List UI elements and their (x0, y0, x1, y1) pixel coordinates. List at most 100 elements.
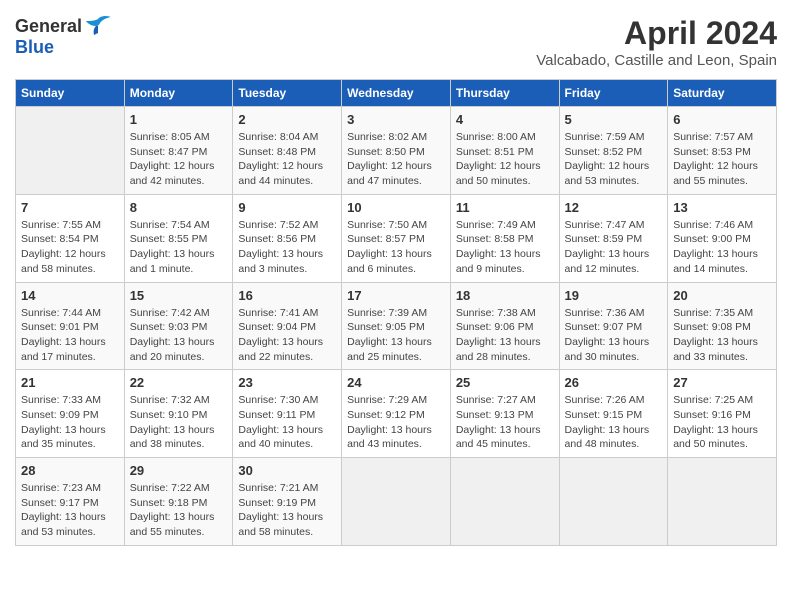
calendar-cell: 19Sunrise: 7:36 AMSunset: 9:07 PMDayligh… (559, 282, 668, 370)
calendar-cell: 7 Sunrise: 7:55 AMSunset: 8:54 PMDaylight… (16, 194, 125, 282)
day-number: 4 (456, 112, 554, 127)
calendar-cell: 23 Sunrise: 7:30 AMSunset: 9:11 PMDayligh… (233, 370, 342, 458)
calendar-cell (559, 458, 668, 546)
day-number: 11 (456, 200, 554, 215)
calendar-cell: 11 Sunrise: 7:49 AMSunset: 8:58 PMDayligh… (450, 194, 559, 282)
day-info: Sunrise: 7:38 AMSunset: 9:06 PMDaylight:… (456, 306, 554, 365)
calendar-week-row: 1 Sunrise: 8:05 AMSunset: 8:47 PMDaylight… (16, 107, 777, 195)
weekday-header-sunday: Sunday (16, 80, 125, 107)
calendar-cell: 9Sunrise: 7:52 AMSunset: 8:56 PMDaylight… (233, 194, 342, 282)
weekday-header-wednesday: Wednesday (342, 80, 451, 107)
page-title: April 2024 (536, 15, 777, 52)
day-number: 3 (347, 112, 445, 127)
calendar-cell: 5Sunrise: 7:59 AMSunset: 8:52 PMDaylight… (559, 107, 668, 195)
day-info: Sunrise: 7:35 AMSunset: 9:08 PMDaylight:… (673, 306, 771, 365)
day-info: Sunrise: 7:50 AMSunset: 8:57 PMDaylight:… (347, 218, 445, 277)
header: General Blue April 2024 Valcabado, Casti… (15, 15, 777, 69)
calendar-cell: 20 Sunrise: 7:35 AMSunset: 9:08 PMDayligh… (668, 282, 777, 370)
day-info: Sunrise: 7:41 AMSunset: 9:04 PMDaylight:… (238, 306, 336, 365)
day-number: 14 (21, 288, 119, 303)
day-number: 1 (130, 112, 228, 127)
day-number: 15 (130, 288, 228, 303)
logo-general-text: General (15, 16, 82, 37)
day-info: Sunrise: 8:02 AMSunset: 8:50 PMDaylight:… (347, 130, 445, 189)
day-info: Sunrise: 7:23 AMSunset: 9:17 PMDaylight:… (21, 481, 119, 540)
weekday-header-monday: Monday (124, 80, 233, 107)
day-number: 29 (130, 463, 228, 478)
day-number: 24 (347, 375, 445, 390)
day-info: Sunrise: 7:55 AMSunset: 8:54 PMDaylight:… (21, 218, 119, 277)
day-number: 30 (238, 463, 336, 478)
day-info: Sunrise: 7:36 AMSunset: 9:07 PMDaylight:… (565, 306, 663, 365)
calendar-cell: 27Sunrise: 7:25 AMSunset: 9:16 PMDayligh… (668, 370, 777, 458)
calendar-cell: 14 Sunrise: 7:44 AMSunset: 9:01 PMDayligh… (16, 282, 125, 370)
day-number: 18 (456, 288, 554, 303)
calendar-cell: 6Sunrise: 7:57 AMSunset: 8:53 PMDaylight… (668, 107, 777, 195)
day-info: Sunrise: 8:05 AMSunset: 8:47 PMDaylight:… (130, 130, 228, 189)
calendar-cell: 10 Sunrise: 7:50 AMSunset: 8:57 PMDayligh… (342, 194, 451, 282)
day-number: 21 (21, 375, 119, 390)
day-info: Sunrise: 8:00 AMSunset: 8:51 PMDaylight:… (456, 130, 554, 189)
calendar-cell: 29 Sunrise: 7:22 AMSunset: 9:18 PMDayligh… (124, 458, 233, 546)
logo: General Blue (15, 15, 112, 58)
calendar-cell: 24 Sunrise: 7:29 AMSunset: 9:12 PMDayligh… (342, 370, 451, 458)
weekday-header-tuesday: Tuesday (233, 80, 342, 107)
calendar-cell (342, 458, 451, 546)
day-info: Sunrise: 7:27 AMSunset: 9:13 PMDaylight:… (456, 393, 554, 452)
day-number: 17 (347, 288, 445, 303)
calendar-cell (16, 107, 125, 195)
day-info: Sunrise: 7:46 AMSunset: 9:00 PMDaylight:… (673, 218, 771, 277)
page-subtitle: Valcabado, Castille and Leon, Spain (536, 52, 777, 69)
calendar-cell: 30Sunrise: 7:21 AMSunset: 9:19 PMDayligh… (233, 458, 342, 546)
calendar-cell: 21 Sunrise: 7:33 AMSunset: 9:09 PMDayligh… (16, 370, 125, 458)
calendar-cell: 3 Sunrise: 8:02 AMSunset: 8:50 PMDaylight… (342, 107, 451, 195)
calendar-cell: 16Sunrise: 7:41 AMSunset: 9:04 PMDayligh… (233, 282, 342, 370)
day-number: 12 (565, 200, 663, 215)
day-number: 26 (565, 375, 663, 390)
day-info: Sunrise: 7:47 AMSunset: 8:59 PMDaylight:… (565, 218, 663, 277)
day-info: Sunrise: 7:59 AMSunset: 8:52 PMDaylight:… (565, 130, 663, 189)
calendar-cell: 1 Sunrise: 8:05 AMSunset: 8:47 PMDaylight… (124, 107, 233, 195)
day-info: Sunrise: 7:30 AMSunset: 9:11 PMDaylight:… (238, 393, 336, 452)
calendar-cell: 13Sunrise: 7:46 AMSunset: 9:00 PMDayligh… (668, 194, 777, 282)
calendar-cell: 18 Sunrise: 7:38 AMSunset: 9:06 PMDayligh… (450, 282, 559, 370)
calendar-cell: 17 Sunrise: 7:39 AMSunset: 9:05 PMDayligh… (342, 282, 451, 370)
day-number: 6 (673, 112, 771, 127)
day-info: Sunrise: 7:54 AMSunset: 8:55 PMDaylight:… (130, 218, 228, 277)
calendar-cell: 28 Sunrise: 7:23 AMSunset: 9:17 PMDayligh… (16, 458, 125, 546)
calendar-cell: 2Sunrise: 8:04 AMSunset: 8:48 PMDaylight… (233, 107, 342, 195)
day-info: Sunrise: 7:49 AMSunset: 8:58 PMDaylight:… (456, 218, 554, 277)
day-number: 2 (238, 112, 336, 127)
weekday-header-row: SundayMondayTuesdayWednesdayThursdayFrid… (16, 80, 777, 107)
day-number: 7 (21, 200, 119, 215)
day-number: 23 (238, 375, 336, 390)
day-info: Sunrise: 7:29 AMSunset: 9:12 PMDaylight:… (347, 393, 445, 452)
calendar-week-row: 28 Sunrise: 7:23 AMSunset: 9:17 PMDayligh… (16, 458, 777, 546)
calendar-week-row: 14 Sunrise: 7:44 AMSunset: 9:01 PMDayligh… (16, 282, 777, 370)
calendar-cell: 15 Sunrise: 7:42 AMSunset: 9:03 PMDayligh… (124, 282, 233, 370)
calendar-week-row: 21 Sunrise: 7:33 AMSunset: 9:09 PMDayligh… (16, 370, 777, 458)
calendar-cell: 26Sunrise: 7:26 AMSunset: 9:15 PMDayligh… (559, 370, 668, 458)
calendar-cell: 4 Sunrise: 8:00 AMSunset: 8:51 PMDaylight… (450, 107, 559, 195)
day-number: 25 (456, 375, 554, 390)
day-info: Sunrise: 7:44 AMSunset: 9:01 PMDaylight:… (21, 306, 119, 365)
day-number: 10 (347, 200, 445, 215)
logo-blue-text: Blue (15, 37, 54, 58)
day-info: Sunrise: 7:22 AMSunset: 9:18 PMDaylight:… (130, 481, 228, 540)
calendar-cell (668, 458, 777, 546)
day-info: Sunrise: 7:33 AMSunset: 9:09 PMDaylight:… (21, 393, 119, 452)
title-area: April 2024 Valcabado, Castille and Leon,… (536, 15, 777, 69)
day-number: 8 (130, 200, 228, 215)
day-number: 28 (21, 463, 119, 478)
day-info: Sunrise: 7:25 AMSunset: 9:16 PMDaylight:… (673, 393, 771, 452)
calendar-cell: 8 Sunrise: 7:54 AMSunset: 8:55 PMDaylight… (124, 194, 233, 282)
day-number: 9 (238, 200, 336, 215)
day-info: Sunrise: 7:42 AMSunset: 9:03 PMDaylight:… (130, 306, 228, 365)
weekday-header-thursday: Thursday (450, 80, 559, 107)
day-info: Sunrise: 7:32 AMSunset: 9:10 PMDaylight:… (130, 393, 228, 452)
day-info: Sunrise: 7:39 AMSunset: 9:05 PMDaylight:… (347, 306, 445, 365)
calendar-cell: 12 Sunrise: 7:47 AMSunset: 8:59 PMDayligh… (559, 194, 668, 282)
weekday-header-friday: Friday (559, 80, 668, 107)
calendar-cell: 25 Sunrise: 7:27 AMSunset: 9:13 PMDayligh… (450, 370, 559, 458)
day-number: 20 (673, 288, 771, 303)
